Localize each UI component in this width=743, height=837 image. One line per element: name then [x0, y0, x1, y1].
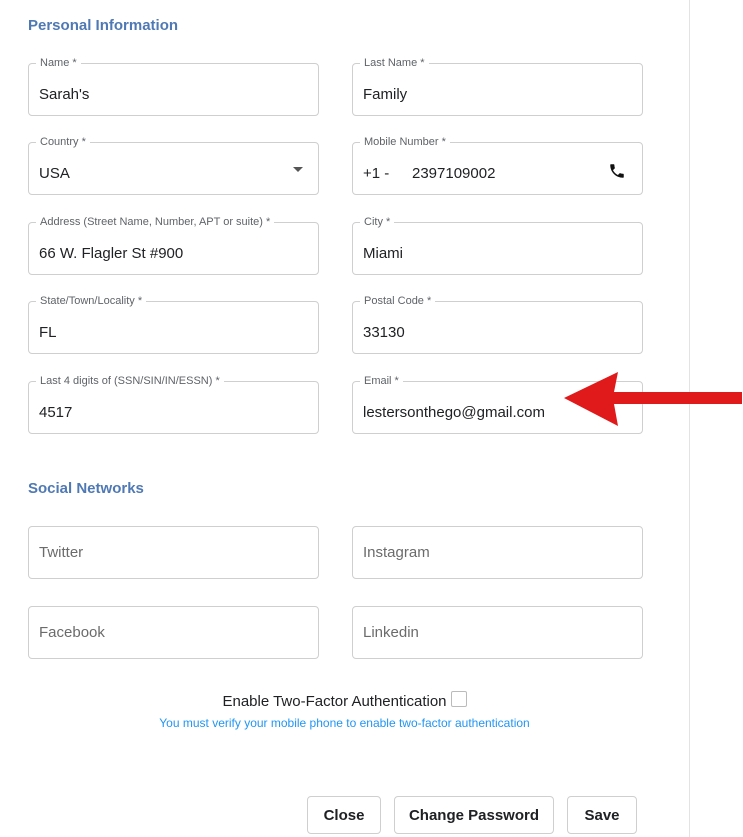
address-field[interactable]: Address (Street Name, Number, APT or sui…	[28, 215, 319, 275]
linkedin-placeholder: Linkedin	[363, 624, 419, 641]
close-button[interactable]: Close	[307, 796, 381, 834]
email-label: Email *	[360, 374, 403, 388]
change-password-button[interactable]: Change Password	[394, 796, 554, 834]
last-name-label: Last Name *	[360, 56, 429, 70]
name-label: Name *	[36, 56, 81, 70]
ssn-last4-field[interactable]: Last 4 digits of (SSN/SIN/IN/ESSN) * 451…	[28, 374, 319, 434]
mobile-label: Mobile Number *	[360, 135, 450, 149]
instagram-field[interactable]: Instagram	[352, 526, 643, 579]
state-value: FL	[39, 324, 57, 341]
name-field[interactable]: Name * Sarah's	[28, 56, 319, 116]
chevron-down-icon	[293, 167, 303, 172]
state-label: State/Town/Locality *	[36, 294, 147, 308]
postal-code-value: 33130	[363, 324, 405, 341]
last-name-field[interactable]: Last Name * Family	[352, 56, 643, 116]
postal-code-field[interactable]: Postal Code * 33130	[352, 294, 643, 354]
linkedin-field[interactable]: Linkedin	[352, 606, 643, 659]
two-factor-row: Enable Two-Factor Authentication	[0, 691, 689, 710]
city-label: City *	[360, 215, 395, 229]
country-code-prefix: +1 -	[363, 165, 390, 182]
social-networks-title: Social Networks	[28, 480, 144, 497]
facebook-placeholder: Facebook	[39, 624, 105, 641]
city-field[interactable]: City * Miami	[352, 215, 643, 275]
last-name-value: Family	[363, 86, 408, 103]
save-button[interactable]: Save	[567, 796, 637, 834]
address-value: 66 W. Flagler St #900	[39, 245, 184, 262]
country-select[interactable]: Country * USA	[28, 135, 319, 195]
twitter-placeholder: Twitter	[39, 544, 84, 561]
personal-info-title: Personal Information	[28, 17, 179, 34]
annotation-arrow	[564, 372, 742, 426]
state-field[interactable]: State/Town/Locality * FL	[28, 294, 319, 354]
country-label: Country *	[36, 135, 90, 149]
two-factor-label: Enable Two-Factor Authentication	[222, 693, 447, 710]
postal-code-label: Postal Code *	[360, 294, 436, 308]
ssn-value: 4517	[39, 404, 73, 421]
twitter-field[interactable]: Twitter	[28, 526, 319, 579]
facebook-field[interactable]: Facebook	[28, 606, 319, 659]
phone-icon	[610, 164, 624, 178]
instagram-placeholder: Instagram	[363, 544, 430, 561]
ssn-label: Last 4 digits of (SSN/SIN/IN/ESSN) *	[36, 374, 224, 388]
email-value: lestersonthego@gmail.com	[363, 404, 545, 421]
two-factor-checkbox[interactable]	[450, 691, 467, 707]
mobile-value: 2397109002	[412, 165, 496, 182]
city-value: Miami	[363, 245, 403, 262]
name-value: Sarah's	[39, 86, 90, 103]
mobile-number-field[interactable]: Mobile Number * +1 - 2397109002	[352, 135, 643, 195]
country-value: USA	[39, 165, 70, 182]
two-factor-note: You must verify your mobile phone to ena…	[159, 716, 530, 730]
address-label: Address (Street Name, Number, APT or sui…	[36, 215, 275, 229]
